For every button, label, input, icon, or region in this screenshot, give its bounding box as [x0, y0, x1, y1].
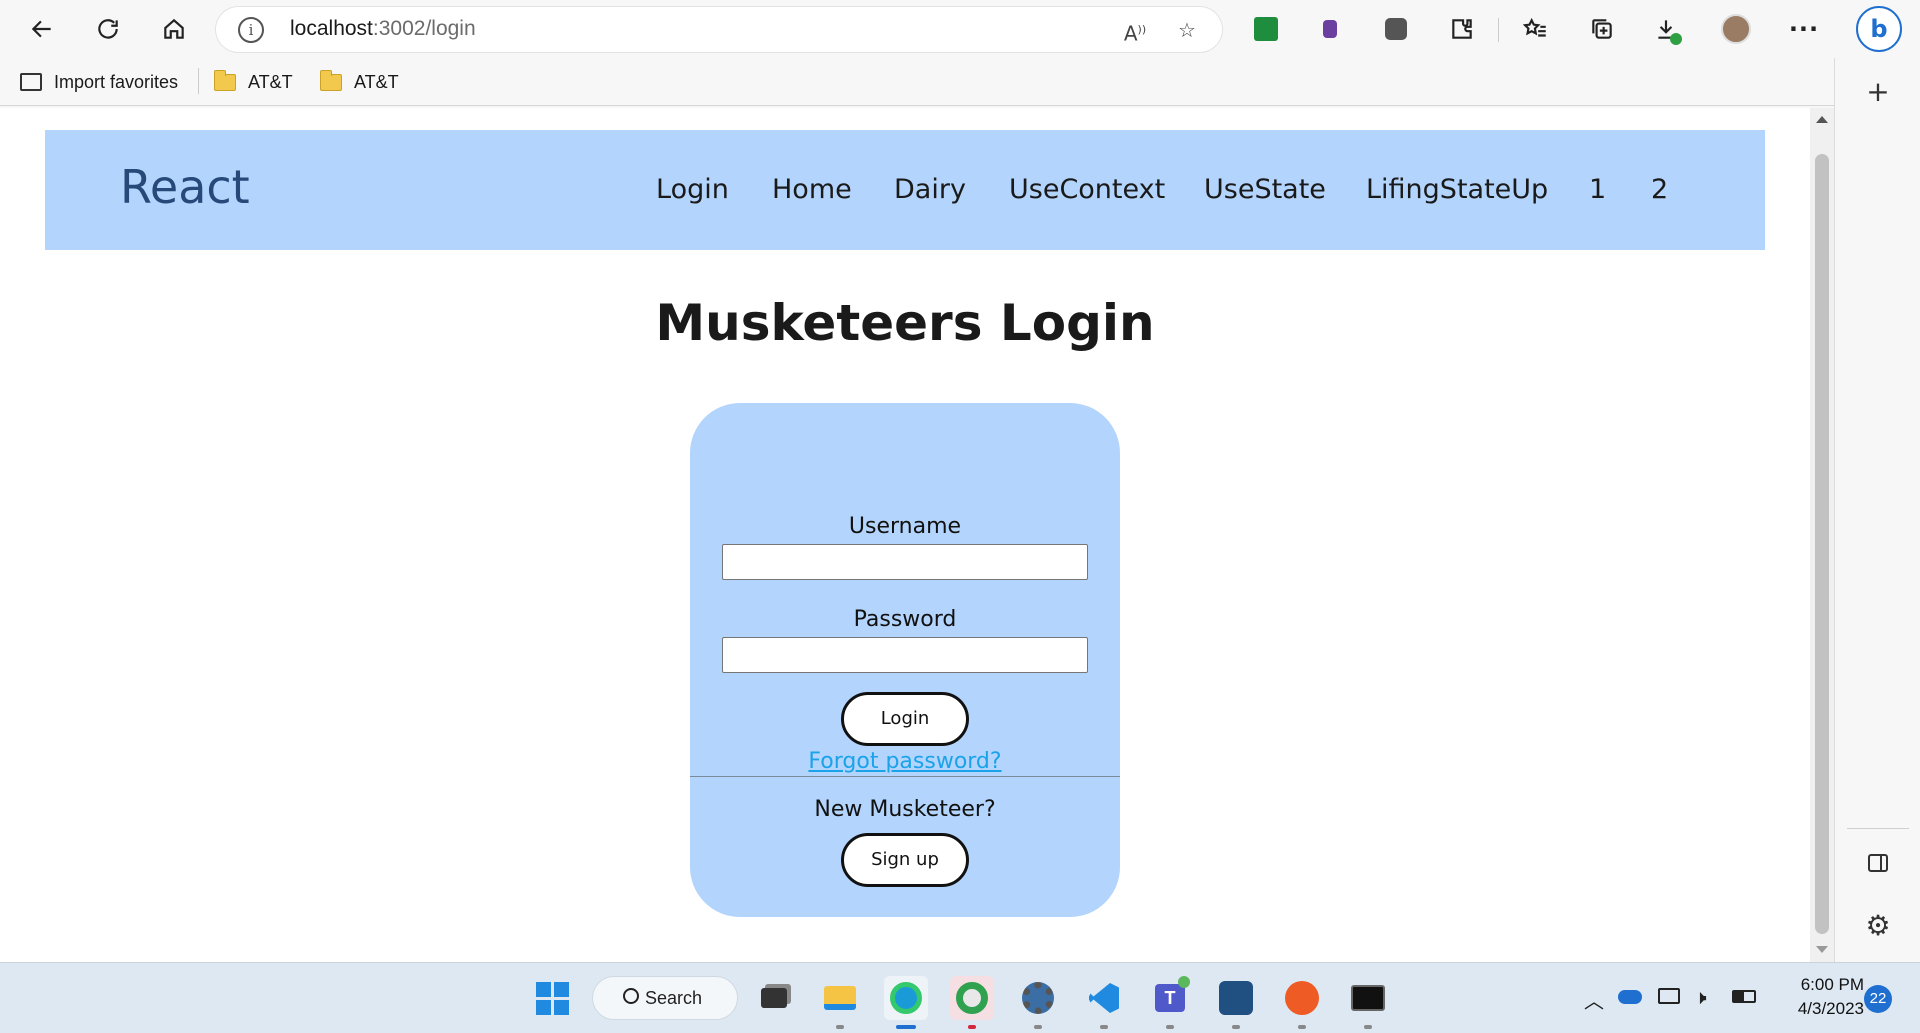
bookmark-folder-att-2[interactable]: AT&T — [320, 68, 399, 96]
show-hidden-icons[interactable]: ︿ — [1584, 985, 1604, 1014]
scroll-up-arrow[interactable] — [1816, 116, 1828, 123]
teams-icon[interactable]: T — [1148, 976, 1192, 1029]
postman-icon[interactable] — [1280, 976, 1324, 1029]
sidebar-settings-icon[interactable]: ⚙ — [1857, 904, 1899, 946]
favorites-icon[interactable] — [1516, 9, 1556, 49]
edge-sidebar: + ⚙ — [1834, 58, 1920, 962]
back-icon[interactable] — [22, 9, 62, 49]
nav-link-login[interactable]: Login — [656, 174, 729, 205]
brand-logo[interactable]: React — [120, 160, 250, 214]
nav-link-2[interactable]: 2 — [1651, 174, 1668, 205]
bookmark-label: AT&T — [354, 71, 399, 92]
notification-badge[interactable]: 22 — [1864, 985, 1892, 1013]
extension-gray-icon[interactable] — [1376, 9, 1416, 49]
add-favorite-icon[interactable]: ☆ — [1173, 16, 1201, 44]
sidebar-divider — [1847, 828, 1909, 829]
card-divider — [690, 776, 1120, 777]
import-favorites-label: Import favorites — [54, 71, 179, 92]
browser-toolbar: i localhost:3002/login A)) ☆ ··· b — [0, 0, 1920, 58]
nav-link-usestate[interactable]: UseState — [1204, 174, 1326, 205]
import-icon — [20, 73, 42, 91]
vscode-icon[interactable] — [1082, 976, 1126, 1029]
login-card: Username Password Login Forgot password?… — [690, 403, 1120, 917]
home-icon[interactable] — [154, 9, 194, 49]
clock-date: 4/3/2023 — [1797, 999, 1864, 1018]
password-input[interactable] — [722, 637, 1088, 673]
login-button[interactable]: Login — [841, 692, 969, 746]
nav-link-lifingstateup[interactable]: LifingStateUp — [1366, 174, 1548, 205]
page-title: Musketeers Login — [655, 294, 1155, 352]
address-bar[interactable]: i localhost:3002/login A)) ☆ — [216, 7, 1222, 52]
url-text[interactable]: localhost:3002/login — [290, 17, 476, 41]
downloads-icon[interactable] — [1646, 9, 1686, 49]
edge-browser-icon[interactable] — [884, 976, 928, 1029]
site-info-icon[interactable]: i — [238, 17, 264, 43]
forgot-password-link[interactable]: Forgot password? — [690, 749, 1120, 774]
collections-icon[interactable] — [1582, 9, 1622, 49]
more-menu-icon[interactable]: ··· — [1784, 9, 1824, 49]
system-clock[interactable]: 6:00 PM 4/3/2023 — [1772, 973, 1864, 1021]
bookmark-divider — [198, 68, 199, 94]
windows-start-icon[interactable] — [530, 976, 574, 1020]
signup-button[interactable]: Sign up — [841, 833, 969, 887]
search-label: Search — [645, 987, 703, 1008]
windows-taskbar: Search T ︿ 🕨 6:00 PM 4/3/2023 22 — [0, 962, 1920, 1033]
nav-link-home[interactable]: Home — [772, 174, 852, 205]
terminal-icon[interactable] — [1346, 976, 1390, 1029]
nav-link-usecontext[interactable]: UseContext — [1009, 174, 1165, 205]
folder-icon — [320, 69, 342, 91]
onedrive-icon[interactable] — [1618, 985, 1642, 1004]
extension-purple-icon[interactable] — [1310, 9, 1350, 49]
read-aloud-icon[interactable]: A)) — [1121, 16, 1149, 46]
new-musketeer-text: New Musketeer? — [814, 797, 996, 822]
taskbar-search[interactable]: Search — [592, 976, 738, 1020]
page-scrollbar[interactable] — [1810, 108, 1834, 962]
hide-sidebar-icon[interactable] — [1857, 842, 1899, 884]
search-icon — [623, 988, 639, 1004]
refresh-icon[interactable] — [88, 9, 128, 49]
nav-link-dairy[interactable]: Dairy — [894, 174, 966, 205]
navbar: React Login Home Dairy UseContext UseSta… — [45, 130, 1765, 250]
task-view-icon[interactable] — [752, 976, 796, 1020]
nav-link-1[interactable]: 1 — [1589, 174, 1606, 205]
folder-icon — [214, 69, 236, 91]
bookmarks-bar: Import favorites AT&T AT&T — [0, 58, 1834, 106]
bookmark-folder-att-1[interactable]: AT&T — [214, 68, 293, 96]
scroll-thumb[interactable] — [1815, 154, 1829, 934]
toolbar-divider — [1498, 18, 1499, 42]
chrome-app-icon[interactable] — [950, 976, 994, 1029]
import-favorites[interactable]: Import favorites — [20, 68, 178, 96]
add-sidebar-app-icon[interactable]: + — [1857, 70, 1899, 112]
settings-gear-icon[interactable] — [1016, 976, 1060, 1029]
password-label: Password — [853, 607, 957, 632]
clock-time: 6:00 PM — [1800, 975, 1864, 994]
extensions-puzzle-icon[interactable] — [1442, 9, 1482, 49]
extension-green-icon[interactable] — [1246, 9, 1286, 49]
bookmark-label: AT&T — [248, 71, 293, 92]
network-icon[interactable] — [1658, 985, 1680, 1004]
battery-icon[interactable] — [1732, 985, 1756, 1003]
username-label: Username — [848, 514, 962, 539]
username-input[interactable] — [722, 544, 1088, 580]
file-explorer-icon[interactable] — [818, 976, 862, 1029]
profile-avatar[interactable] — [1716, 9, 1756, 49]
browser-chrome: i localhost:3002/login A)) ☆ ··· b Impor… — [0, 0, 1920, 108]
scroll-down-arrow[interactable] — [1816, 946, 1828, 953]
volume-muted-icon[interactable]: 🕨 — [1694, 985, 1707, 1009]
page-viewport: React Login Home Dairy UseContext UseSta… — [0, 108, 1810, 962]
sourcetree-icon[interactable] — [1214, 976, 1258, 1029]
bing-copilot-icon[interactable]: b — [1856, 6, 1902, 52]
